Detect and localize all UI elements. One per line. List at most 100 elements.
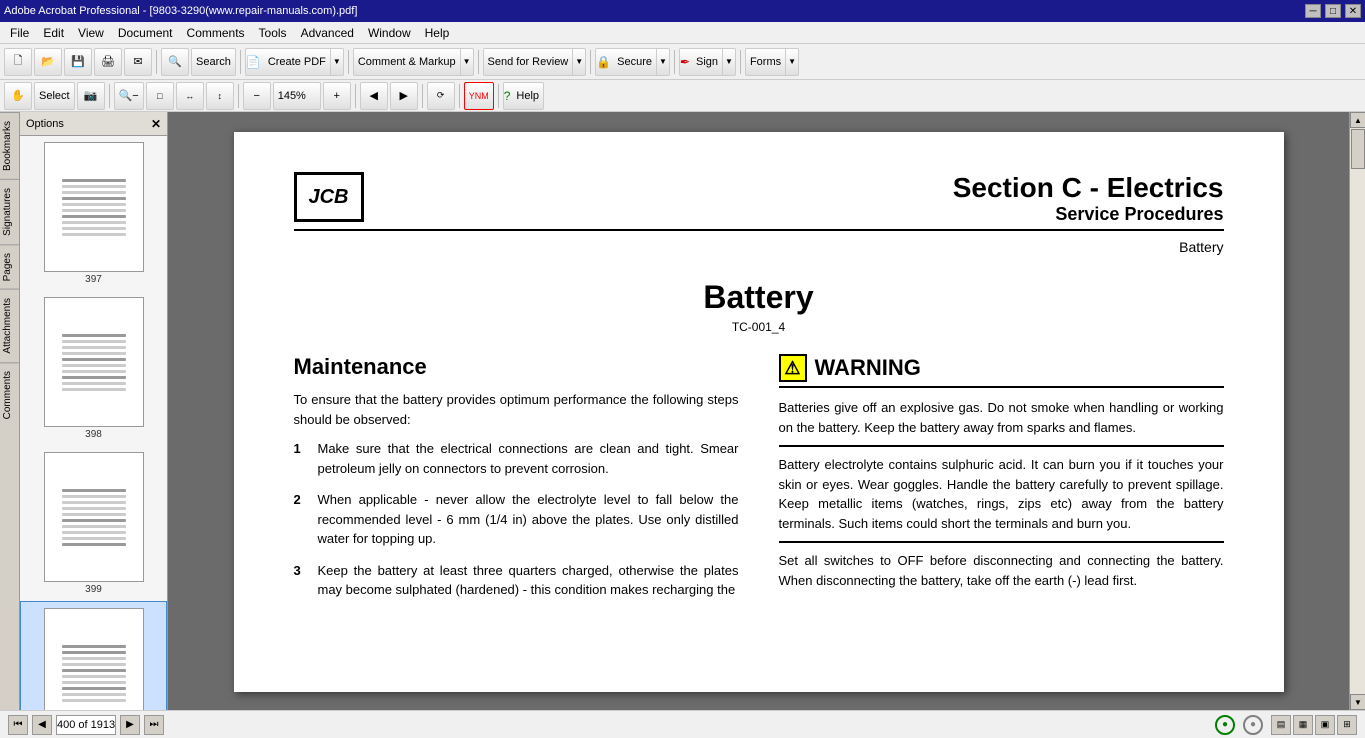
warning-text-2: Battery electrolyte contains sulphuric a… xyxy=(779,455,1224,543)
hand-tool[interactable]: ✋ xyxy=(4,82,32,110)
comment-arrow[interactable]: ▼ xyxy=(460,49,473,75)
ynm-btn[interactable]: YNM xyxy=(464,82,494,110)
section-title: Section C - Electrics xyxy=(953,172,1224,204)
page-thumb-397[interactable]: 397 xyxy=(20,136,167,291)
menu-edit[interactable]: Edit xyxy=(37,24,70,42)
scroll-up-btn[interactable]: ▲ xyxy=(1350,112,1365,128)
menu-document[interactable]: Document xyxy=(112,24,179,42)
sep7 xyxy=(740,50,741,74)
two-page-btn[interactable]: ▣ xyxy=(1315,715,1335,735)
sep10 xyxy=(355,84,356,108)
comment-markup-label[interactable]: Comment & Markup xyxy=(354,49,460,75)
two-page-cont-btn[interactable]: ⊞ xyxy=(1337,715,1357,735)
secure-arrow[interactable]: ▼ xyxy=(656,49,669,75)
scroll-thumb[interactable] xyxy=(1351,129,1365,169)
pdf-area[interactable]: JCB Section C - Electrics Service Proced… xyxy=(168,112,1349,710)
menu-comments[interactable]: Comments xyxy=(181,24,251,42)
single-page-btn[interactable]: ▤ xyxy=(1271,715,1291,735)
menu-file[interactable]: File xyxy=(4,24,35,42)
thumb-num-397: 397 xyxy=(85,274,102,285)
app-minimize-btn[interactable]: ─ xyxy=(1305,4,1321,18)
menu-view[interactable]: View xyxy=(72,24,110,42)
search-group[interactable]: Search xyxy=(191,48,236,76)
scroll-track[interactable] xyxy=(1350,128,1365,694)
send-review-arrow[interactable]: ▼ xyxy=(572,49,585,75)
status-icon-gray[interactable]: ● xyxy=(1243,715,1263,735)
titlebar: Adobe Acrobat Professional - [9803-3290(… xyxy=(0,0,1365,22)
forms-arrow[interactable]: ▼ xyxy=(785,49,798,75)
jcb-logo: JCB xyxy=(294,172,364,222)
tab-comments[interactable]: Comments xyxy=(0,362,19,427)
help-group[interactable]: ? Help xyxy=(503,82,544,110)
secure-label[interactable]: Secure xyxy=(613,49,656,75)
create-pdf-label[interactable]: Create PDF xyxy=(264,49,330,75)
sidebar-tabs: Bookmarks Signatures Pages Attachments C… xyxy=(0,112,20,710)
rotate-btn[interactable]: ⟳ xyxy=(427,82,455,110)
page-thumb-399[interactable]: 399 xyxy=(20,446,167,601)
create-pdf-group[interactable]: 📄 Create PDF ▼ xyxy=(245,48,344,76)
zoom-out-btn[interactable]: 🔍− xyxy=(114,82,144,110)
app-close-btn[interactable]: ✕ xyxy=(1345,4,1361,18)
app-restore-btn[interactable]: □ xyxy=(1325,4,1341,18)
tab-attachments[interactable]: Attachments xyxy=(0,289,19,362)
menu-window[interactable]: Window xyxy=(362,24,417,42)
sign-arrow[interactable]: ▼ xyxy=(722,49,735,75)
email-btn[interactable]: ✉ xyxy=(124,48,152,76)
prev-page-btn[interactable]: ◀ xyxy=(360,82,388,110)
help-label[interactable]: Help xyxy=(512,83,543,109)
tab-pages[interactable]: Pages xyxy=(0,244,19,289)
panel-close-btn[interactable]: ✕ xyxy=(151,117,161,131)
save-btn[interactable]: 💾 xyxy=(64,48,92,76)
send-review-label[interactable]: Send for Review xyxy=(484,49,573,75)
fit-page-btn[interactable]: ↔ xyxy=(176,82,204,110)
create-pdf-arrow[interactable]: ▼ xyxy=(330,49,343,75)
status-icon-green[interactable]: ● xyxy=(1215,715,1235,735)
pdf-header: JCB Section C - Electrics Service Proced… xyxy=(294,172,1224,231)
tab-signatures[interactable]: Signatures xyxy=(0,179,19,244)
warning-box: ⚠ WARNING Batteries give off an explosiv… xyxy=(779,354,1224,590)
panel-content[interactable]: 397 xyxy=(20,136,167,710)
new-btn[interactable]: 🗋 xyxy=(4,48,32,76)
menu-tools[interactable]: Tools xyxy=(253,24,293,42)
snapshot-btn[interactable]: 📷 xyxy=(77,82,105,110)
maintenance-list: 1 Make sure that the electrical connecti… xyxy=(294,439,739,600)
tab-bookmarks[interactable]: Bookmarks xyxy=(0,112,19,179)
sign-label[interactable]: Sign xyxy=(692,49,722,75)
page-thumb-400[interactable]: 400 xyxy=(20,601,167,710)
comment-group[interactable]: Comment & Markup ▼ xyxy=(353,48,474,76)
forms-label[interactable]: Forms xyxy=(746,49,785,75)
first-page-btn[interactable]: ⏮ xyxy=(8,715,28,735)
select-group[interactable]: Select xyxy=(34,82,75,110)
scroll-down-btn[interactable]: ▼ xyxy=(1350,694,1365,710)
right-scrollbar[interactable]: ▲ ▼ xyxy=(1349,112,1365,710)
zoom-minus-btn[interactable]: − xyxy=(243,82,271,110)
select-label[interactable]: Select xyxy=(35,83,74,109)
zoom-input[interactable] xyxy=(273,82,321,110)
thumb-image-398 xyxy=(44,297,144,427)
next-page-btn[interactable]: ▶ xyxy=(390,82,418,110)
titlebar-controls: ─ □ ✕ xyxy=(1305,4,1361,18)
secure-group[interactable]: 🔒 Secure ▼ xyxy=(595,48,670,76)
menu-advanced[interactable]: Advanced xyxy=(295,24,360,42)
page-thumb-398[interactable]: 398 xyxy=(20,291,167,446)
prev-page-btn[interactable]: ◀ xyxy=(32,715,52,735)
fit-width-btn[interactable]: ↕ xyxy=(206,82,234,110)
next-page-btn[interactable]: ▶ xyxy=(120,715,140,735)
open-btn[interactable]: 📂 xyxy=(34,48,62,76)
zoom-plus-btn[interactable]: + xyxy=(323,82,351,110)
zoom-in-btn[interactable]: □ xyxy=(146,82,174,110)
continuous-btn[interactable]: ▦ xyxy=(1293,715,1313,735)
panel-options-label[interactable]: Options xyxy=(26,118,64,130)
forms-group[interactable]: Forms ▼ xyxy=(745,48,799,76)
find-btn[interactable]: 🔍 xyxy=(161,48,189,76)
page-number-input[interactable] xyxy=(56,715,116,735)
panel-header: Options ✕ xyxy=(20,112,167,136)
thumb-image-399 xyxy=(44,452,144,582)
print-btn[interactable]: 🖨 xyxy=(94,48,122,76)
sign-group[interactable]: ✒ Sign ▼ xyxy=(679,48,736,76)
menu-help[interactable]: Help xyxy=(419,24,456,42)
toolbar1: 🗋 📂 💾 🖨 ✉ 🔍 Search 📄 Create PDF ▼ Commen… xyxy=(0,44,1365,80)
send-review-group[interactable]: Send for Review ▼ xyxy=(483,48,587,76)
search-label[interactable]: Search xyxy=(192,49,235,75)
last-page-btn[interactable]: ⏭ xyxy=(144,715,164,735)
